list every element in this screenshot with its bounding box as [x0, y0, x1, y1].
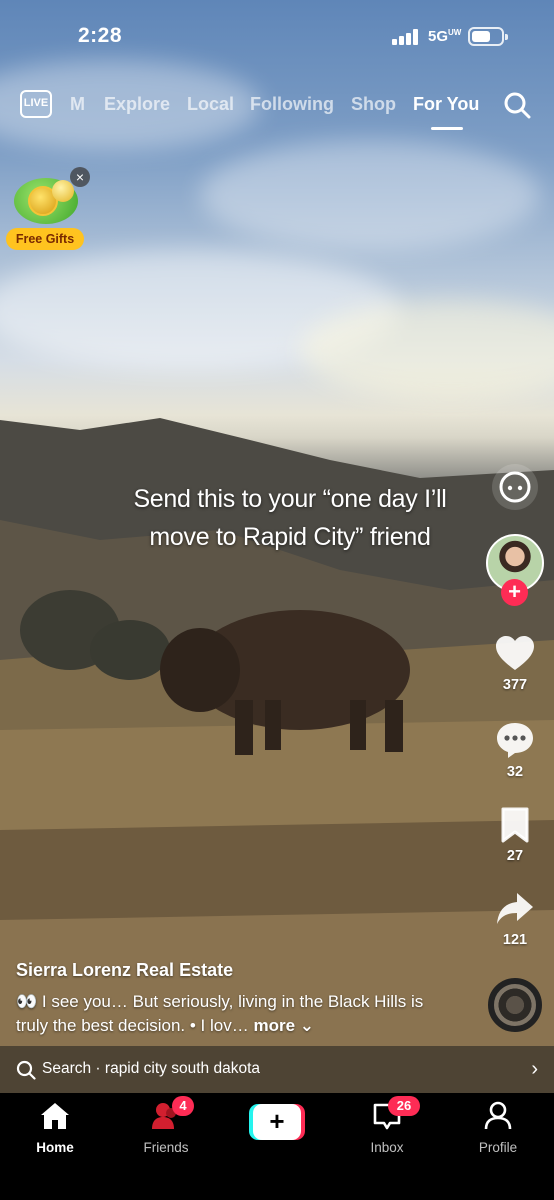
profile-icon [484, 1101, 512, 1130]
close-icon[interactable]: × [70, 167, 90, 187]
tab-following[interactable]: Following [250, 94, 334, 115]
comment-icon [497, 723, 533, 758]
bookmark-icon [501, 807, 529, 843]
share-arrow-icon [497, 893, 533, 924]
nav-home-label: Home [36, 1140, 74, 1155]
bottom-nav: Home Friends 4 + Inbox 26 Profile [0, 1093, 554, 1200]
free-gifts-widget[interactable]: Free Gifts × [6, 167, 90, 252]
quick-reply-button[interactable] [492, 464, 538, 510]
tab-explore[interactable]: Explore [104, 94, 170, 115]
tab-local[interactable]: Local [187, 94, 234, 115]
nav-friends[interactable]: Friends [121, 1101, 211, 1155]
active-tab-indicator [431, 127, 463, 130]
chat-bubble-icon [499, 471, 531, 503]
nav-profile-label: Profile [478, 1140, 518, 1155]
coin-icon [14, 178, 78, 224]
bookmark-button[interactable]: 27 [490, 807, 540, 864]
top-nav: LIVE M Explore Local Following Shop For … [0, 86, 554, 134]
create-button[interactable]: + [249, 1104, 305, 1140]
nav-home[interactable]: Home [10, 1101, 100, 1155]
tab-for-you[interactable]: For You [413, 94, 479, 115]
comment-button[interactable]: 32 [490, 721, 540, 780]
status-bar: 2:28 5GUW [0, 0, 554, 70]
share-count: 121 [502, 932, 528, 948]
network-label: 5GUW [428, 28, 462, 45]
chevron-down-icon: ⌄ [295, 1016, 315, 1035]
share-button[interactable]: 121 [490, 891, 540, 948]
more-link[interactable]: more [253, 1016, 295, 1035]
author-name[interactable]: Sierra Lorenz Real Estate [16, 960, 233, 981]
comment-count: 32 [506, 764, 524, 780]
cloud [200, 140, 540, 250]
search-icon[interactable] [503, 91, 531, 119]
music-disc-icon[interactable] [488, 978, 542, 1032]
bookmark-count: 27 [506, 848, 524, 864]
video-caption-overlay: Send this to your “one day I’ll move to … [133, 485, 447, 551]
search-icon [16, 1060, 36, 1080]
live-icon[interactable]: LIVE [20, 90, 52, 118]
follow-button[interactable]: + [501, 579, 528, 606]
nav-profile[interactable]: Profile [453, 1101, 543, 1155]
description-text: 👀 I see you… But seriously, living in th… [16, 992, 424, 1035]
friends-badge: 4 [172, 1096, 194, 1116]
battery-icon [468, 27, 508, 46]
nav-inbox-label: Inbox [370, 1140, 404, 1155]
like-count: 377 [502, 677, 528, 693]
heart-icon [496, 636, 534, 670]
tab-m[interactable]: M [70, 94, 85, 115]
post-description[interactable]: 👀 I see you… But seriously, living in th… [16, 990, 456, 1038]
home-icon [41, 1103, 69, 1129]
inbox-badge: 26 [388, 1096, 420, 1116]
free-gifts-label: Free Gifts [6, 228, 84, 250]
chevron-right-icon: › [531, 1058, 538, 1080]
tab-shop[interactable]: Shop [351, 94, 396, 115]
like-button[interactable]: 377 [490, 636, 540, 693]
signal-icon [392, 29, 420, 45]
clock: 2:28 [78, 24, 123, 47]
search-suggestion-bar[interactable]: Search · rapid city south dakota › [0, 1046, 554, 1093]
plus-icon: + [253, 1104, 301, 1140]
nav-friends-label: Friends [143, 1140, 189, 1155]
search-suggestion-text: Search · rapid city south dakota [42, 1060, 260, 1077]
